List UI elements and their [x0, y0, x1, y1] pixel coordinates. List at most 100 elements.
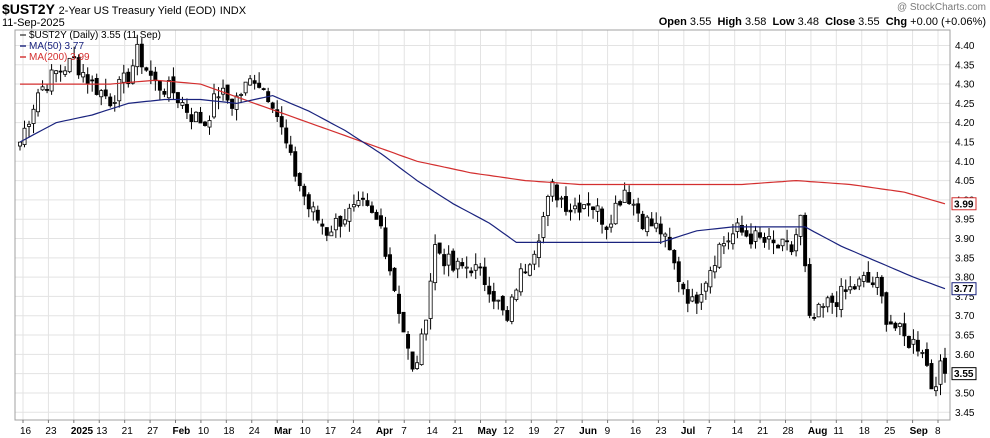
candle-body	[293, 151, 298, 177]
y-tick-label: 4.35	[955, 60, 975, 71]
candle-body	[527, 264, 532, 276]
candle-body	[401, 311, 406, 333]
candle-body	[500, 295, 505, 311]
candle-body	[821, 305, 826, 308]
candle-body	[749, 233, 753, 245]
candle-body	[261, 88, 266, 90]
candle-body	[424, 319, 429, 335]
price-chart[interactable]: 4.404.354.304.254.204.154.104.054.003.95…	[0, 0, 990, 438]
candle-body	[559, 197, 564, 200]
value-tag-label: 3.77	[954, 284, 974, 295]
candle-body	[482, 266, 487, 285]
candle-body	[943, 357, 947, 374]
candle-body	[514, 289, 519, 300]
candle-body	[175, 92, 180, 104]
candle-body	[911, 338, 916, 345]
value-tag-label: 3.55	[954, 369, 974, 380]
candle-body	[730, 233, 735, 245]
candle-body	[496, 299, 501, 302]
candle-body	[762, 237, 767, 243]
candle-body	[18, 141, 22, 147]
candle-body	[455, 260, 460, 270]
candle-body	[270, 102, 275, 109]
x-tick-label: 21	[757, 426, 769, 437]
candle-body	[49, 69, 54, 92]
candle-body	[338, 215, 343, 227]
candle-body	[451, 250, 456, 271]
candle-body	[848, 286, 853, 291]
candle-body	[915, 339, 920, 352]
candle-body	[63, 70, 68, 75]
candle-body	[577, 202, 582, 213]
x-tick-label: 18	[859, 426, 871, 437]
candle-body	[369, 205, 374, 213]
candle-body	[753, 230, 758, 242]
y-tick-label: 4.05	[955, 176, 975, 187]
candle-body	[699, 294, 704, 303]
x-tick-label: 25	[884, 426, 896, 437]
candle-body	[568, 209, 573, 213]
candle-body	[685, 289, 690, 304]
candle-body	[433, 244, 438, 284]
x-tick-label: 14	[732, 426, 744, 437]
candle-body	[780, 238, 785, 247]
candle-body	[807, 264, 812, 316]
x-tick-label: Mar	[274, 426, 292, 437]
x-tick-label: 23	[655, 426, 667, 437]
candle-body	[225, 84, 230, 101]
candle-body	[536, 240, 541, 258]
candle-body	[252, 80, 257, 84]
candle-body	[392, 267, 397, 291]
candle-body	[410, 351, 415, 370]
candle-body	[311, 206, 316, 213]
candle-body	[776, 244, 781, 249]
candle-body	[279, 116, 284, 128]
candle-body	[90, 79, 95, 82]
candle-body	[284, 127, 289, 144]
x-tick-label: Jul	[681, 426, 696, 437]
candle-body	[703, 282, 708, 292]
candle-body	[825, 297, 830, 308]
candle-body	[622, 189, 627, 203]
candle-body	[469, 270, 474, 274]
candle-body	[81, 72, 86, 78]
x-tick-label: 18	[223, 426, 235, 437]
y-tick-label: 3.60	[955, 350, 975, 361]
legend-ma50: MA(50) 3.77	[29, 41, 84, 52]
candle-body	[342, 219, 347, 225]
x-tick-label: 27	[554, 426, 566, 437]
candle-body	[288, 144, 293, 153]
candle-body	[194, 111, 198, 123]
y-tick-label: 4.20	[955, 118, 975, 129]
candle-body	[184, 104, 189, 113]
y-tick-label: 3.45	[955, 408, 975, 419]
candle-body	[297, 173, 302, 187]
x-tick-label: 24	[350, 426, 362, 437]
candle-body	[938, 360, 943, 385]
candle-body	[672, 249, 677, 264]
candle-body	[591, 206, 596, 211]
candle-body	[374, 211, 379, 220]
candle-body	[857, 278, 862, 287]
x-tick-label: 16	[630, 426, 642, 437]
candle-body	[649, 218, 654, 227]
candle-body	[902, 323, 907, 337]
candle-body	[487, 285, 492, 295]
candle-body	[333, 217, 338, 231]
x-tick-label: 19	[528, 426, 540, 437]
candle-body	[478, 266, 483, 269]
candle-body	[712, 265, 717, 273]
candle-body	[812, 317, 817, 319]
candle-body	[554, 184, 559, 201]
candle-body	[708, 270, 713, 288]
candle-body	[324, 227, 329, 236]
candle-body	[645, 216, 650, 233]
candle-body	[230, 98, 235, 109]
x-tick-label: 23	[45, 426, 57, 437]
x-tick-label: 11	[833, 426, 844, 437]
candle-body	[721, 243, 726, 247]
candle-body	[162, 91, 167, 95]
candle-body	[631, 203, 636, 206]
candle-body	[40, 86, 45, 91]
candle-body	[406, 334, 411, 349]
